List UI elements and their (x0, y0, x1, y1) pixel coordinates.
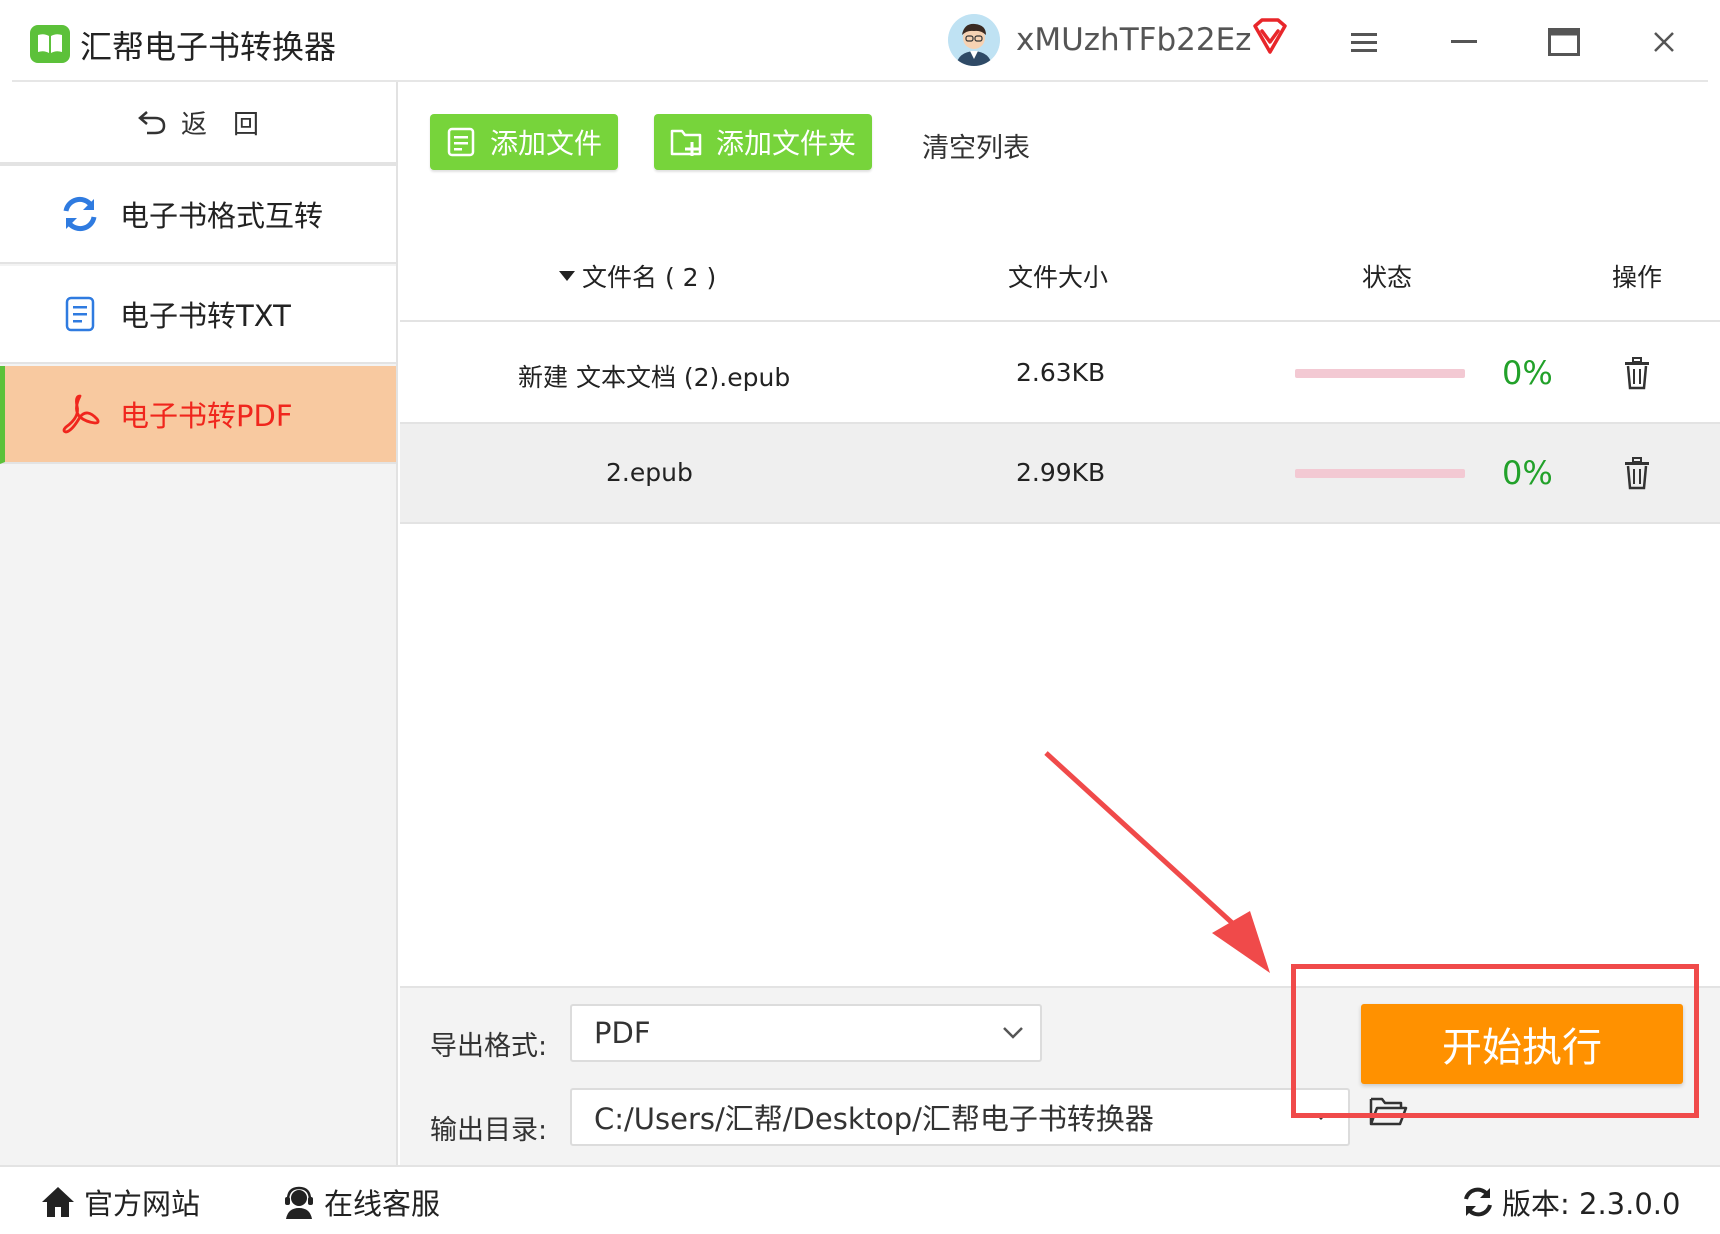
sidebar-item-to-txt[interactable]: 电子书转TXT (0, 266, 396, 364)
file-name: 2.epub (606, 458, 693, 487)
online-support-link[interactable]: 在线客服 (282, 1181, 440, 1223)
file-size: 2.63KB (1016, 358, 1106, 387)
file-table-header: 文件名 ( 2 ) 文件大小 状态 操作 (400, 222, 1720, 322)
website-label: 官方网站 (84, 1187, 201, 1221)
pdf-icon (58, 392, 102, 436)
file-name: 新建 文本文档 (2).epub (518, 363, 791, 392)
delete-trash-icon[interactable] (1622, 356, 1652, 390)
app-logo-icon (30, 25, 70, 63)
sidebar-item-label: 电子书格式互转 (120, 199, 324, 233)
refresh-icon (1464, 1187, 1492, 1217)
delete-trash-icon[interactable] (1622, 456, 1652, 490)
chevron-down-icon (1003, 1027, 1023, 1039)
footer: 官方网站 在线客服 版本: 2.3.0.0 (0, 1165, 1720, 1234)
app-title: 汇帮电子书转换器 (80, 28, 337, 66)
username[interactable]: xMUzhTFb22Ez (1016, 22, 1251, 58)
progress-bar (1295, 469, 1465, 478)
add-folder-icon (670, 129, 702, 156)
minimize-button[interactable] (1440, 18, 1488, 66)
progress-percent: 0% (1502, 454, 1553, 492)
user-avatar[interactable] (948, 14, 1000, 66)
format-label: 导出格式: (430, 1031, 548, 1062)
add-folder-label: 添加文件夹 (716, 127, 857, 160)
version-label: 版本: 2.3.0.0 (1502, 1187, 1681, 1221)
official-website-link[interactable]: 官方网站 (40, 1181, 200, 1223)
sidebar-item-format-convert[interactable]: 电子书格式互转 (0, 166, 396, 264)
output-dir-value: C:/Users/汇帮/Desktop/汇帮电子书转换器 (594, 1102, 1154, 1136)
status-column-header: 状态 (1362, 263, 1413, 292)
close-button[interactable] (1640, 18, 1688, 66)
document-icon (58, 292, 102, 336)
maximize-button[interactable] (1540, 18, 1588, 66)
annotation-highlight-box (1291, 964, 1699, 1118)
sidebar-item-label: 电子书转PDF (120, 399, 293, 433)
version-info[interactable]: 版本: 2.3.0.0 (1462, 1181, 1680, 1223)
sidebar-item-label: 电子书转TXT (120, 299, 291, 333)
add-file-label: 添加文件 (490, 127, 603, 160)
output-dir-label: 输出目录: (430, 1115, 548, 1146)
vip-diamond-icon[interactable] (1250, 18, 1290, 56)
table-row[interactable]: 新建 文本文档 (2).epub 2.63KB 0% (400, 324, 1720, 424)
headset-icon (285, 1186, 313, 1219)
sidebar-item-to-pdf[interactable]: 电子书转PDF (0, 366, 396, 464)
add-file-button[interactable]: 添加文件 (430, 114, 619, 170)
refresh-icon (58, 192, 102, 236)
annotation-arrow (1044, 751, 1270, 973)
filename-column-header[interactable]: 文件名 ( 2 ) (558, 258, 716, 294)
format-value: PDF (594, 1016, 651, 1050)
action-column-header: 操作 (1612, 263, 1663, 292)
progress-bar (1295, 369, 1465, 378)
back-button[interactable]: 返 回 (0, 82, 396, 162)
home-icon (42, 1187, 74, 1217)
title-bar: 汇帮电子书转换器 xMUzhTFb22Ez (0, 0, 1720, 82)
support-label: 在线客服 (324, 1187, 441, 1221)
progress-percent: 0% (1502, 354, 1553, 392)
sidebar: 返 回 电子书格式互转 电子书转TXT 电子书转PDF (0, 82, 398, 1165)
sort-down-icon (559, 271, 575, 281)
format-select[interactable]: PDF (570, 1004, 1042, 1062)
back-label: 返 回 (180, 109, 259, 140)
back-arrow-icon (138, 111, 166, 135)
clear-list-button[interactable]: 清空列表 (922, 126, 1030, 165)
size-column-header: 文件大小 (1008, 263, 1109, 292)
file-size: 2.99KB (1016, 458, 1106, 487)
menu-button[interactable] (1340, 18, 1388, 66)
table-row[interactable]: 2.epub 2.99KB 0% (400, 424, 1720, 524)
output-dir-select[interactable]: C:/Users/汇帮/Desktop/汇帮电子书转换器 (570, 1088, 1350, 1146)
add-file-icon (447, 127, 475, 157)
add-folder-button[interactable]: 添加文件夹 (654, 114, 873, 170)
filename-header-label: 文件名 ( 2 ) (582, 263, 717, 292)
